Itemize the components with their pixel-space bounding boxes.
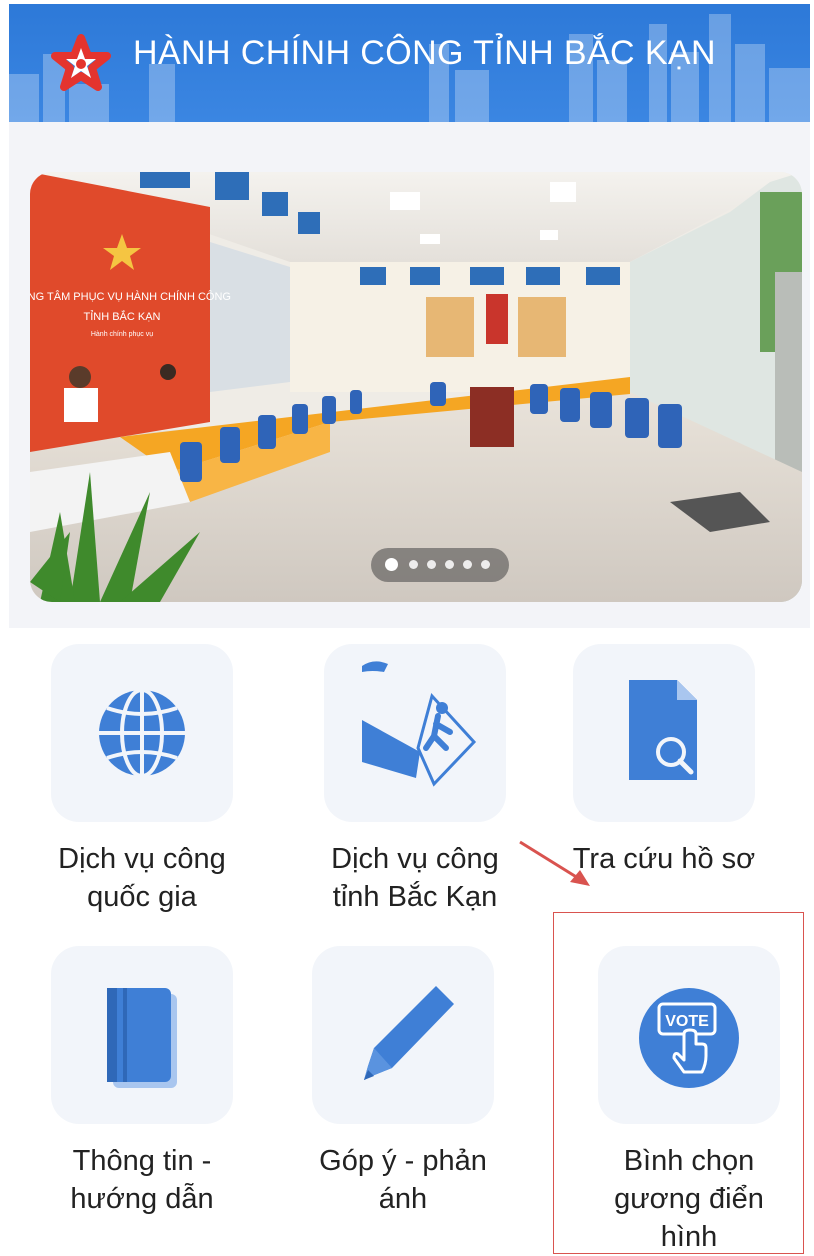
carousel-dot-6[interactable] (481, 560, 490, 569)
pencil-icon (364, 986, 454, 1080)
menu-tile-national-public-service[interactable] (51, 644, 233, 822)
menu-label-information-guide[interactable]: Thông tin - hướng dẫn (17, 1142, 267, 1218)
annotation-arrow-icon (519, 840, 590, 886)
app-header: HÀNH CHÍNH CÔNG TỈNH BẮC KẠN (9, 4, 810, 122)
document-search-icon (629, 680, 697, 780)
banner-sign-line1: TRUNG TÂM PHỤC VỤ HÀNH CHÍNH CÔNG (30, 290, 231, 303)
menu-tile-information-guide[interactable] (51, 946, 233, 1124)
banner-sign-line2: TỈNH BẮC KẠN (83, 310, 160, 323)
carousel-dot-5[interactable] (463, 560, 472, 569)
menu-tile-provincial-public-service[interactable] (324, 644, 506, 822)
carousel-dot-4[interactable] (445, 560, 454, 569)
menu-tile-feedback[interactable] (312, 946, 494, 1124)
banner-section: TRUNG TÂM PHỤC VỤ HÀNH CHÍNH CÔNG TỈNH B… (9, 122, 810, 628)
globe-icon (99, 688, 185, 778)
menu-label-national-public-service[interactable]: Dịch vụ công quốc gia (17, 840, 267, 916)
menu-label-feedback[interactable]: Góp ý - phản ánh (278, 1142, 528, 1218)
page-title: HÀNH CHÍNH CÔNG TỈNH BẮC KẠN (133, 34, 716, 72)
banner-image: TRUNG TÂM PHỤC VỤ HÀNH CHÍNH CÔNG TỈNH B… (30, 172, 802, 602)
annotation-highlight-box (553, 912, 804, 1254)
star-logo-icon (51, 34, 111, 91)
carousel-dot-2[interactable] (409, 560, 418, 569)
carousel-dot-1[interactable] (385, 558, 398, 571)
menu-label-provincial-public-service[interactable]: Dịch vụ công tỉnh Bắc Kạn (290, 840, 540, 916)
book-icon (107, 988, 177, 1088)
public-service-icon (362, 661, 477, 787)
carousel-dot-3[interactable] (427, 560, 436, 569)
banner-carousel[interactable]: TRUNG TÂM PHỤC VỤ HÀNH CHÍNH CÔNG TỈNH B… (30, 172, 802, 602)
banner-sign-line3: Hành chính phục vụ (91, 331, 153, 338)
carousel-pagination (371, 548, 509, 582)
menu-tile-record-lookup[interactable] (573, 644, 755, 822)
